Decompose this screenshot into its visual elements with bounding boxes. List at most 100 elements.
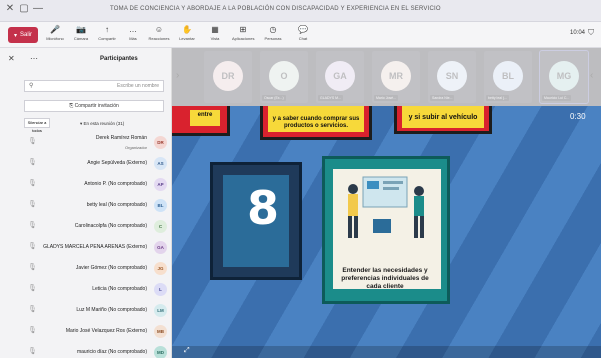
leave-button[interactable]: ▾ Salir: [8, 27, 38, 43]
participant-name: GLADYS MARCELA PEÑA ARENAS (Externo): [43, 244, 147, 250]
panel-header: ✕ ⋯ Participantes: [0, 48, 172, 70]
tool-icon: ▦: [211, 25, 219, 34]
mic-muted-icon: 🎙: [28, 222, 37, 229]
avatar: BL: [154, 199, 167, 212]
mic-muted-icon: 🎙: [28, 138, 37, 145]
participant-role: Organizador: [124, 145, 147, 150]
avatar: MD: [154, 346, 167, 358]
tool-icon: 📷: [76, 25, 86, 34]
avatar: JG: [154, 262, 167, 275]
maximize-window-icon[interactable]: ▢: [18, 3, 30, 14]
toolbar-tool[interactable]: ☺ Reacciones: [148, 25, 170, 45]
participant-name: Carolinacolpfa (No comprobado): [74, 223, 147, 229]
share-invitation-button[interactable]: ⎘ Compartir invitación: [24, 100, 164, 112]
participants-panel: ✕ ⋯ Participantes ⚲ Escribe un nombre ⎘ …: [0, 48, 172, 358]
number-card[interactable]: 8: [210, 162, 302, 280]
participant-name: Derek Ramírez Román: [95, 135, 147, 141]
mute-all-button[interactable]: Silenciar a todos: [24, 118, 50, 133]
tool-label: Cámara: [73, 36, 89, 41]
avatar: C: [154, 220, 167, 233]
scroll-right-icon[interactable]: ›: [176, 70, 179, 81]
close-window-icon[interactable]: ✕: [4, 3, 16, 14]
toolbar-tool[interactable]: ✋ Levantar: [176, 25, 198, 45]
tool-icon: …: [129, 25, 137, 34]
participant-row[interactable]: 🎙 Antonio P. (No comprobado) AP: [16, 174, 167, 194]
tool-label: Micrófono: [46, 36, 64, 41]
toolbar-tool[interactable]: … Más: [122, 25, 144, 45]
tool-label: Levantar: [179, 36, 195, 41]
answer-card-text: Entender las necesidades y preferencias …: [341, 267, 429, 290]
participant-name: Mario José Velazquez Ros (Externo): [65, 328, 147, 334]
toolbar-tool[interactable]: 📷 Cámara: [70, 25, 92, 45]
card-text: y si subir al vehículo: [402, 106, 484, 128]
avatar: DR: [154, 136, 167, 149]
answer-card[interactable]: Entender las necesidades y preferencias …: [322, 156, 450, 304]
mic-muted-icon: 🎙: [28, 306, 37, 313]
participant-name: betty leal (No comprobado): [86, 202, 147, 208]
close-icon[interactable]: ✕: [8, 54, 15, 63]
toolbar-tool[interactable]: ↑ Compartir: [96, 25, 118, 45]
search-icon: ⚲: [29, 83, 34, 89]
tool-icon: ☺: [154, 25, 164, 34]
participant-row[interactable]: 🎙 Angie Sepúlveda (Externo) AS: [16, 153, 167, 173]
scroll-left-icon[interactable]: ‹: [590, 70, 593, 81]
participant-strip: MGMauricio Lui C...BLbetty leal (...SNSa…: [172, 48, 601, 106]
card-text: y a saber cuando comprar sus productos o…: [268, 106, 364, 132]
participant-row[interactable]: 🎙 GLADYS MARCELA PEÑA ARENAS (Externo) GA: [16, 237, 167, 257]
mic-muted-icon: 🎙: [28, 201, 37, 208]
tool-label: Aplicaciones: [232, 36, 255, 41]
avatar: GA: [154, 241, 167, 254]
mic-muted-icon: 🎙: [28, 180, 37, 187]
avatar: AS: [154, 157, 167, 170]
strip-overlay: [172, 48, 601, 106]
tool-label: Más: [129, 36, 137, 41]
tool-label: Chat: [298, 36, 308, 41]
tool-label: Vista: [210, 36, 220, 41]
search-input[interactable]: ⚲ Escribe un nombre: [24, 80, 164, 92]
participant-name: mauricio díaz (No comprobado): [76, 349, 147, 355]
participant-row[interactable]: 🎙 Carolinacolpfa (No comprobado) C: [16, 216, 167, 236]
mic-muted-icon: 🎙: [28, 285, 37, 292]
toolbar-tool[interactable]: 💬 Chat: [292, 25, 314, 45]
window-title: TOMA DE CONCIENCIA Y ABORDAJE A LA POBLA…: [110, 6, 441, 12]
participant-row[interactable]: 🎙 Luz M Mariño (No comprobado) LM: [16, 300, 167, 320]
tool-label: Personas: [264, 36, 282, 41]
toolbar-tool[interactable]: ⊞ Aplicaciones: [232, 25, 254, 45]
participant-row[interactable]: 🎙 Leticia (No comprobado) L: [16, 279, 167, 299]
bottom-bar: [172, 346, 601, 358]
participant-name: Antonio P. (No comprobado): [84, 181, 147, 187]
timer-label: 0:30: [570, 112, 586, 121]
participant-row[interactable]: 🎙 mauricio díaz (No comprobado) MD: [16, 342, 167, 358]
participant-row[interactable]: 🎙 betty leal (No comprobado) BL: [16, 195, 167, 215]
mic-muted-icon: 🎙: [28, 327, 37, 334]
toolbar-tool[interactable]: ◷ Personas: [262, 25, 284, 45]
shared-screen: entre y a saber cuando comprar sus produ…: [172, 106, 601, 358]
mic-muted-icon: 🎙: [28, 159, 37, 166]
meeting-toolbar: ▾ Salir 🎤 Micrófono 📷 Cámara ↑ Compartir … Más ☺…: [0, 22, 601, 48]
participant-row[interactable]: 🎙 Javier Gómez (No comprobado) JG: [16, 258, 167, 278]
toolbar-tool[interactable]: 🎤 Micrófono: [44, 25, 66, 45]
mic-muted-icon: 🎙: [28, 348, 37, 355]
participant-name: Luz M Mariño (No comprobado): [76, 307, 147, 313]
toolbar-tool[interactable]: ▦ Vista: [204, 25, 226, 45]
tool-label: Compartir: [98, 36, 116, 41]
meeting-time: 10:04: [570, 30, 586, 36]
group-header[interactable]: ▾ En esta reunión (31): [80, 121, 124, 127]
illustration-people-icon: [348, 176, 424, 238]
minimize-window-icon[interactable]: —: [32, 3, 44, 14]
more-options-icon[interactable]: ⋯: [30, 54, 38, 63]
shield-icon[interactable]: ⛉: [588, 28, 594, 38]
participant-row[interactable]: 🎙 Derek Ramírez Román DR Organizador: [16, 132, 167, 152]
tool-label: Reacciones: [148, 36, 170, 41]
tool-icon: ⊞: [239, 25, 247, 34]
tool-icon: ↑: [105, 25, 109, 34]
participant-name: Leticia (No comprobado): [92, 286, 147, 292]
participant-name: Angie Sepúlveda (Externo): [87, 160, 147, 166]
panel-title: Participantes: [100, 56, 138, 62]
participant-name: Javier Gómez (No comprobado): [75, 265, 147, 271]
card-number: 8: [246, 181, 279, 235]
chevron-down-icon: ▾: [13, 32, 17, 39]
avatar: MB: [154, 325, 167, 338]
fullscreen-icon[interactable]: ⤢: [184, 347, 190, 355]
participant-row[interactable]: 🎙 Mario José Velazquez Ros (Externo) MB: [16, 321, 167, 341]
